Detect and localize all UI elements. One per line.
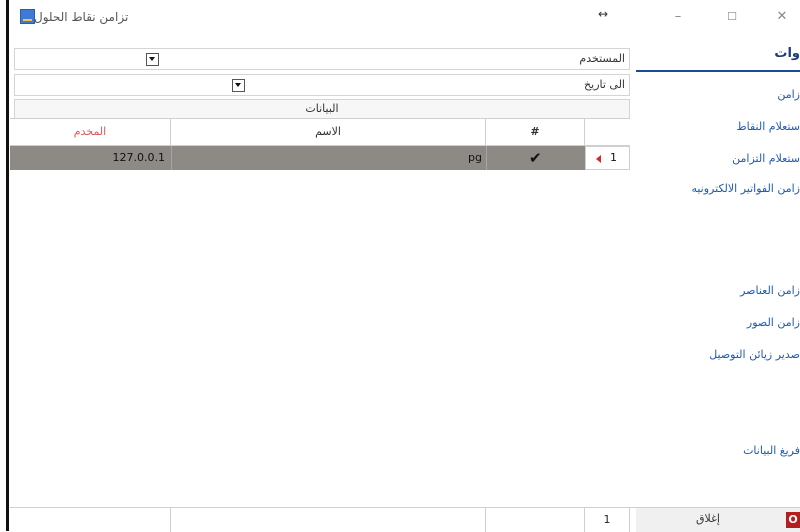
user-filter-label: المستخدم: [579, 52, 625, 65]
close-button-label: إغلاق: [696, 512, 720, 525]
check-icon: ✔: [529, 149, 542, 167]
maximize-button[interactable]: ☐: [722, 8, 742, 26]
sidebar-item-sync-items[interactable]: زامن العناصر: [740, 284, 800, 297]
window-title: تزامن نقاط الحلول: [34, 10, 129, 24]
window-left-edge: [0, 0, 10, 531]
sidebar-item-sync-e-invoices[interactable]: زامن الفواتير الالكترونيه: [691, 182, 800, 195]
to-date-picker[interactable]: [14, 74, 494, 96]
cell-name: pg: [171, 146, 482, 170]
sidebar-header-underline: [636, 70, 800, 72]
sidebar-item-query-points[interactable]: ستعلام النقاط: [736, 120, 800, 133]
to-date-dropdown-icon[interactable]: [232, 79, 245, 92]
sidebar-item-sync-images[interactable]: زامن الصور: [747, 316, 800, 329]
sidebar-item-export-delivery-customers[interactable]: صدير زيائن التوصيل: [709, 348, 800, 361]
resize-icon[interactable]: ↔: [598, 7, 608, 21]
data-grid: المخدم الاسم # 127.0.0.1 pg ✔ 1: [10, 118, 630, 478]
sidebar-header: وات: [774, 46, 800, 61]
record-count: 1: [585, 508, 630, 532]
column-header-indicator: [585, 119, 629, 145]
cell-selected-checkbox[interactable]: ✔: [486, 146, 585, 170]
status-cell-1: [10, 508, 171, 532]
sidebar-item-query-sync[interactable]: ستعلام التزامن: [732, 152, 800, 165]
tools-sidebar: وات زامن ستعلام النقاط ستعلام التزامن زا…: [636, 36, 800, 506]
status-cell-2: [171, 508, 486, 532]
sidebar-item-sync[interactable]: زامن: [777, 88, 800, 101]
user-select[interactable]: [14, 48, 494, 70]
column-header-num[interactable]: #: [486, 119, 585, 145]
grid-header: المخدم الاسم #: [10, 118, 630, 146]
row-indicator[interactable]: 1: [585, 146, 630, 170]
title-bar: تزامن نقاط الحلول ↔ – ☐ ✕: [10, 0, 800, 36]
minimize-button[interactable]: –: [668, 8, 688, 26]
status-cell-3: [486, 508, 585, 532]
close-badge-icon: O: [786, 512, 800, 528]
user-dropdown-icon[interactable]: [146, 53, 159, 66]
cell-server: 127.0.0.1: [112, 151, 165, 164]
column-header-server[interactable]: المخدم: [10, 119, 171, 145]
current-row-arrow-icon: [596, 155, 601, 163]
app-icon: [20, 9, 35, 24]
close-window-button[interactable]: ✕: [772, 8, 792, 26]
sidebar-item-clear-data[interactable]: فريغ البيانات: [743, 444, 800, 457]
column-header-name[interactable]: الاسم: [171, 119, 486, 145]
data-section-title: البيانات: [14, 99, 630, 119]
row-number: 1: [610, 151, 617, 164]
window-left-border: [6, 0, 9, 531]
to-date-label: الى تاريخ: [584, 78, 625, 91]
table-row[interactable]: 127.0.0.1 pg ✔: [10, 146, 630, 170]
close-button[interactable]: إغلاق O: [636, 507, 800, 532]
